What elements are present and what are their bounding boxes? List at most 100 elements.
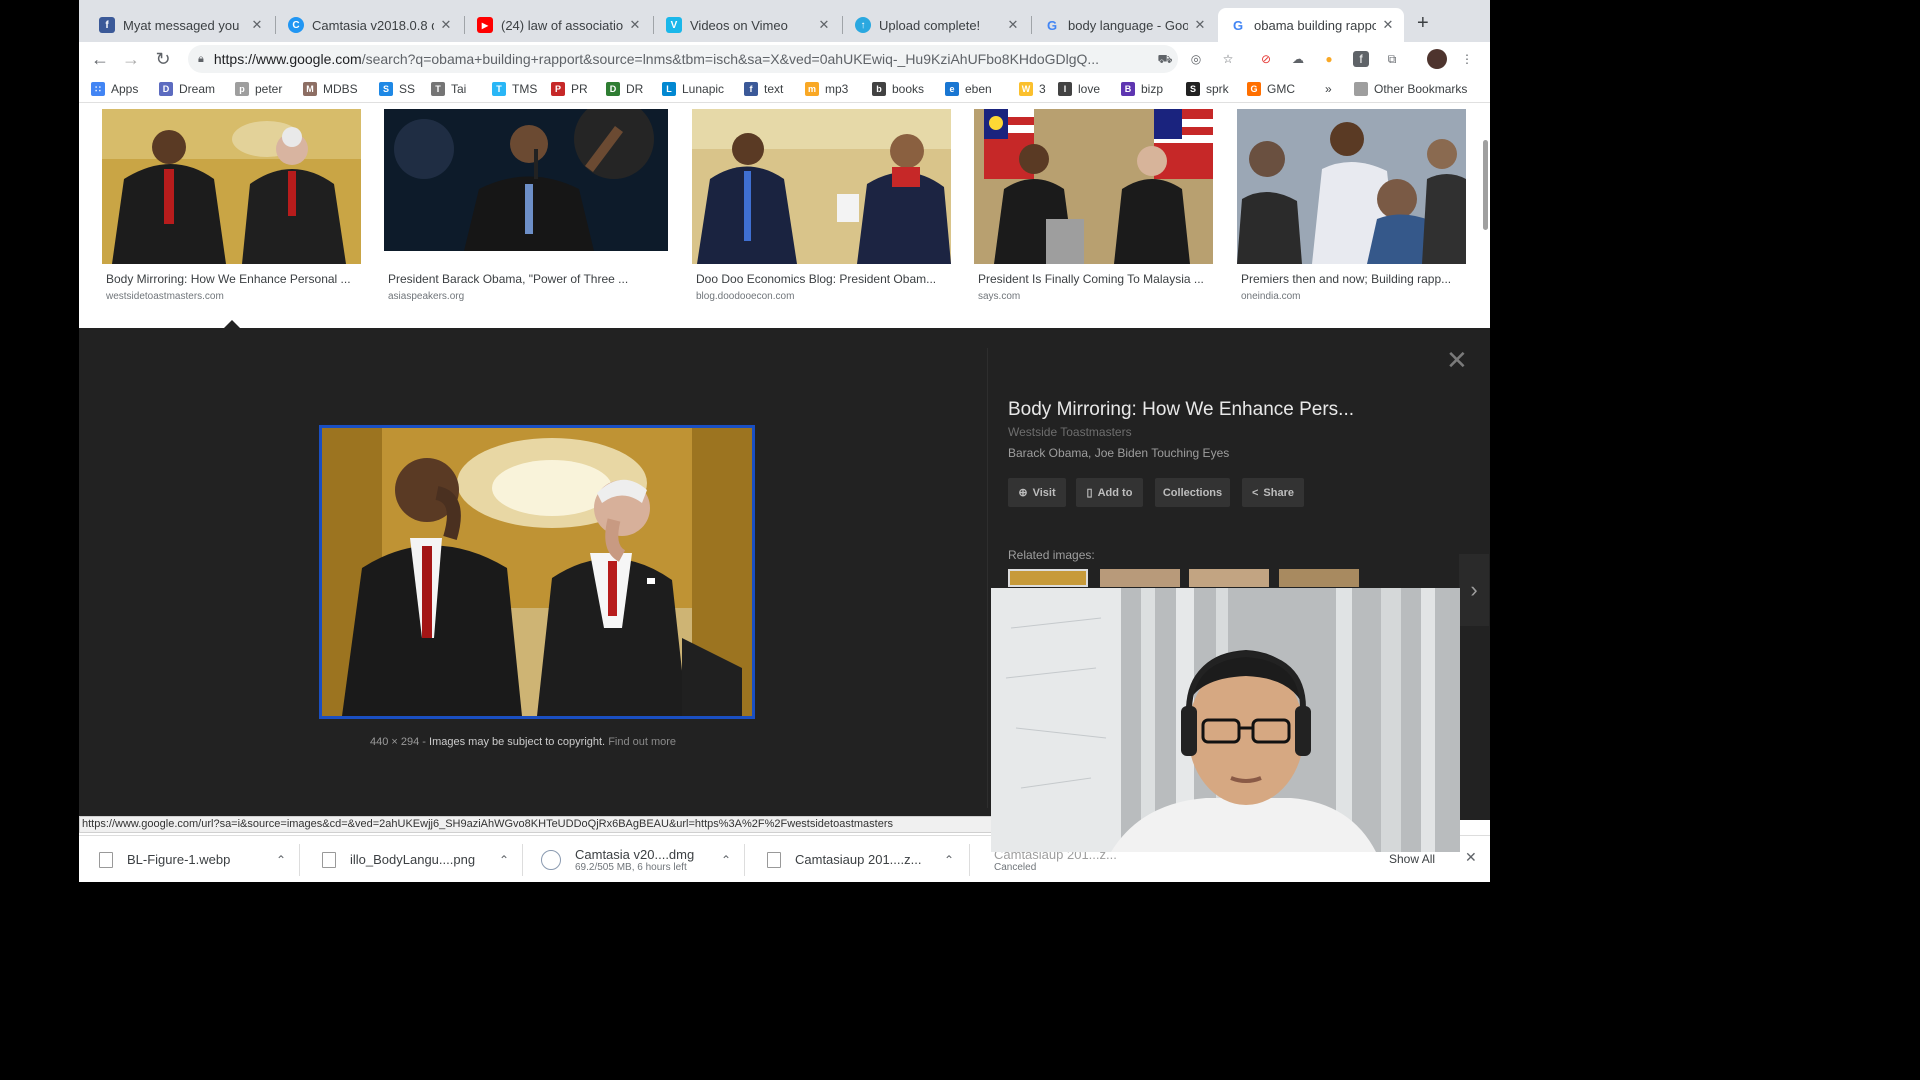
other-bookmarks[interactable]: Other Bookmarks <box>1354 82 1467 96</box>
forward-icon[interactable]: → <box>120 48 142 70</box>
collections-button[interactable]: Collections <box>1155 478 1230 507</box>
preview-title[interactable]: Body Mirroring: How We Enhance Pers... <box>1008 399 1354 421</box>
bookmark-item[interactable]: f text <box>744 82 783 96</box>
close-tab-icon[interactable]: ✕ <box>1380 17 1396 33</box>
download-item[interactable]: Camtasiaup 201....z... ⌃ <box>767 836 967 882</box>
share-button[interactable]: < Share <box>1242 478 1304 507</box>
related-image[interactable] <box>1189 569 1269 587</box>
tab-obama-rapport[interactable]: G obama building rappo ✕ <box>1218 8 1404 42</box>
result-image[interactable] <box>692 109 951 264</box>
chevron-up-icon[interactable]: ⌃ <box>721 853 731 867</box>
vimeo-icon: V <box>666 17 682 33</box>
result-image[interactable] <box>102 109 361 264</box>
bookmark-icon: ▯ <box>1086 487 1093 499</box>
bookmark-item[interactable]: D Dream <box>159 82 215 96</box>
reload-icon[interactable]: ↻ <box>152 48 174 70</box>
bookmark-item[interactable]: G GMC <box>1247 82 1295 96</box>
download-item[interactable]: illo_BodyLangu....png ⌃ <box>322 836 522 882</box>
facebook-icon: f <box>99 17 115 33</box>
translate-icon[interactable]: ⛟ <box>1157 51 1173 67</box>
new-tab-icon[interactable]: + <box>1417 12 1429 34</box>
tab-body-language[interactable]: G body language - Goog ✕ <box>1032 8 1216 42</box>
chevron-up-icon[interactable]: ⌃ <box>944 853 954 867</box>
bookmark-label: text <box>764 82 784 96</box>
result-image[interactable] <box>384 109 668 251</box>
bookmark-item[interactable]: l love <box>1058 82 1100 96</box>
extension-icon[interactable]: ● <box>1321 51 1337 67</box>
related-image[interactable] <box>1279 569 1359 587</box>
result-source: asiaspeakers.org <box>388 291 465 302</box>
result-caption[interactable]: President Barack Obama, "Power of Three … <box>388 272 668 286</box>
related-image[interactable] <box>1008 569 1088 587</box>
tab-vimeo[interactable]: V Videos on Vimeo ✕ <box>654 8 840 42</box>
related-image[interactable] <box>1100 569 1180 587</box>
result-caption[interactable]: Body Mirroring: How We Enhance Personal … <box>106 272 361 286</box>
bookmark-item[interactable]: b books <box>872 82 924 96</box>
bookmark-item[interactable]: W3 <box>1019 82 1046 96</box>
tab-youtube[interactable]: ▶ (24) law of association ✕ <box>465 8 651 42</box>
close-icon[interactable]: ✕ <box>1465 849 1477 866</box>
bookmark-item[interactable]: M MDBS <box>303 82 358 96</box>
bookmark-item[interactable]: P PR <box>551 82 588 96</box>
find-out-more-link[interactable]: Find out more <box>608 736 676 748</box>
preview-image[interactable] <box>319 425 755 719</box>
bookmark-item[interactable]: T Tai <box>431 82 466 96</box>
extension-icon[interactable]: ⊘ <box>1258 51 1274 67</box>
result-caption[interactable]: Premiers then and now; Building rapp... <box>1241 272 1466 286</box>
bookmark-label: Dream <box>179 82 216 96</box>
facebook-icon[interactable]: f <box>1353 51 1369 67</box>
close-tab-icon[interactable]: ✕ <box>627 17 643 33</box>
bookmark-item[interactable]: Bbizp <box>1121 82 1163 96</box>
extension-icon[interactable]: ☁ <box>1290 51 1306 67</box>
bookmark-item[interactable]: Ssprk <box>1186 82 1229 96</box>
cast-icon[interactable]: ⧉ <box>1384 51 1400 67</box>
avatar[interactable] <box>1427 49 1447 69</box>
close-icon[interactable]: ✕ <box>1446 347 1468 373</box>
tab-camtasia[interactable]: C Camtasia v2018.0.8 d ✕ <box>276 8 462 42</box>
tab-facebook[interactable]: f Myat messaged you ✕ <box>87 8 273 42</box>
back-icon[interactable]: ← <box>89 48 111 70</box>
file-icon <box>99 851 113 868</box>
bookmark-item[interactable]: T TMS <box>492 82 537 96</box>
tab-title: obama building rappo <box>1254 17 1376 33</box>
close-tab-icon[interactable]: ✕ <box>438 17 454 33</box>
tab-title: body language - Goog <box>1068 17 1188 33</box>
bookmark-item[interactable]: m mp3 <box>805 82 848 96</box>
result-caption[interactable]: Doo Doo Economics Blog: President Obam..… <box>696 272 951 286</box>
close-tab-icon[interactable]: ✕ <box>1005 17 1021 33</box>
bookmark-label: Lunapic <box>682 82 725 96</box>
menu-icon[interactable]: ⋮ <box>1459 51 1475 67</box>
globe-icon: ⊕ <box>1018 487 1028 499</box>
star-icon[interactable]: ☆ <box>1220 51 1236 67</box>
preview-site[interactable]: Westside Toastmasters <box>1008 425 1132 439</box>
bookmark-item[interactable]: S SS <box>379 82 415 96</box>
download-item[interactable]: Camtasia v20....dmg 69.2/505 MB, 6 hours… <box>541 836 741 882</box>
bookmark-item[interactable]: p peter <box>235 82 282 96</box>
bookmark-item[interactable]: ∷ Apps <box>91 82 138 96</box>
result-image[interactable] <box>974 109 1213 264</box>
chevron-right-icon[interactable]: › <box>1459 554 1489 626</box>
close-tab-icon[interactable]: ✕ <box>816 17 832 33</box>
close-tab-icon[interactable]: ✕ <box>249 17 265 33</box>
tab-upload[interactable]: ↑ Upload complete! ✕ <box>843 8 1029 42</box>
chevron-up-icon[interactable]: ⌃ <box>276 853 286 867</box>
scrollbar-thumb[interactable] <box>1483 140 1488 230</box>
download-item[interactable]: BL-Figure-1.webp ⌃ <box>99 836 299 882</box>
show-all-button[interactable]: Show All <box>1389 852 1435 866</box>
bookmarks-overflow-icon[interactable]: » <box>1325 82 1332 96</box>
bookmark-item[interactable]: e eben <box>945 82 992 96</box>
add-to-button[interactable]: ▯ Add to <box>1076 478 1143 507</box>
location-icon[interactable]: ◎ <box>1188 51 1204 67</box>
address-bar[interactable]: 🔒︎ https://www.google.com/search?q=obama… <box>188 45 1178 73</box>
result-caption[interactable]: President Is Finally Coming To Malaysia … <box>978 272 1213 286</box>
bookmark-item[interactable]: L Lunapic <box>662 82 724 96</box>
chevron-up-icon[interactable]: ⌃ <box>499 853 509 867</box>
bookmark-item[interactable]: D DR <box>606 82 643 96</box>
bookmark-icon: m <box>805 82 819 96</box>
close-tab-icon[interactable]: ✕ <box>1192 17 1208 33</box>
visit-button[interactable]: ⊕ Visit <box>1008 478 1066 507</box>
download-name: Camtasiaup 201....z... <box>795 852 922 867</box>
result-image[interactable] <box>1237 109 1466 264</box>
webcam-overlay <box>991 588 1460 852</box>
bookmark-icon: T <box>492 82 506 96</box>
